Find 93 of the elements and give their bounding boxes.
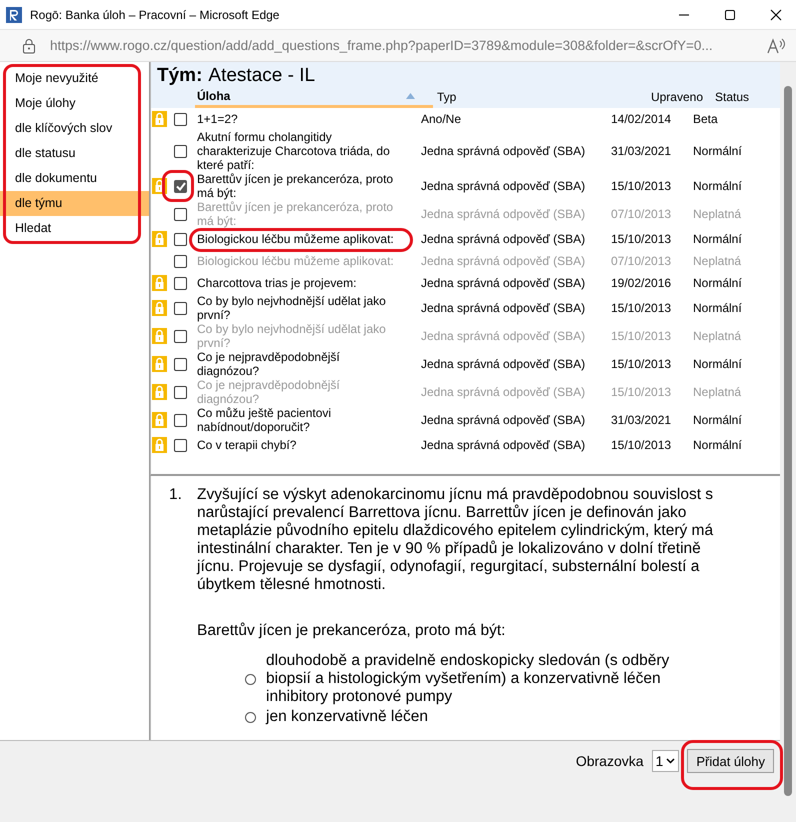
date-cell-text: 15/10/2013: [610, 357, 672, 371]
status-cell-text: Normální: [692, 144, 743, 158]
window-title: Rogō: Banka úloh – Pracovní – Microsoft Edge: [30, 8, 280, 22]
row-checkbox[interactable]: [174, 276, 187, 290]
question-cell[interactable]: Co můžu ještě pacientovi nabídnout/doporučit?: [195, 406, 417, 434]
page-select[interactable]: 1: [652, 750, 680, 772]
read-aloud-icon[interactable]: [766, 36, 786, 54]
date-cell-text: 31/03/2021: [610, 413, 672, 427]
date-cell-text: 15/10/2013: [610, 385, 672, 399]
row-checkbox[interactable]: [174, 144, 187, 158]
lock-icon: [22, 38, 36, 54]
option-radio[interactable]: [245, 674, 256, 684]
date-cell-text: 31/03/2021: [610, 144, 672, 158]
app-logo-icon: [6, 6, 22, 22]
row-checkbox[interactable]: [174, 302, 187, 314]
column-header[interactable]: Upraveno: [625, 90, 709, 104]
question-number: 1.: [169, 486, 183, 505]
row-checkbox[interactable]: [174, 232, 187, 246]
row-checkbox[interactable]: [174, 112, 187, 126]
type-cell-text: Jedna správná odpověď (SBA): [420, 179, 586, 193]
question-cell[interactable]: Akutní formu cholangitidy charakterizuje Charcotova triáda, do které patří:: [195, 130, 417, 172]
row-checkbox[interactable]: [174, 330, 187, 342]
date-cell-text: 15/10/2013: [610, 232, 672, 246]
team-name: Atestace - IL: [208, 65, 316, 86]
type-cell-text: Jedna správná odpověď (SBA): [420, 357, 586, 371]
status-cell-text: Neplatná: [692, 385, 742, 399]
row-checkbox[interactable]: [174, 208, 187, 220]
maximize-icon[interactable]: [724, 8, 736, 20]
date-cell-text: 15/10/2013: [610, 301, 672, 315]
status-cell-text: Beta: [692, 112, 719, 126]
row-checkbox[interactable]: [174, 254, 187, 268]
type-cell-text: Jedna správná odpověď (SBA): [420, 232, 586, 246]
sort-arrow-icon: [406, 92, 415, 98]
column-header[interactable]: Úloha: [195, 86, 433, 108]
question-cell[interactable]: Co je nejpravděpodobnější diagnózou?: [195, 350, 417, 378]
type-cell-text: Jedna správná odpověď (SBA): [420, 301, 586, 315]
date-cell-text: 15/10/2013: [610, 438, 672, 452]
question-text: Barettův jícen je prekanceróza, proto má být:: [197, 622, 506, 640]
sidebar-item[interactable]: Hledat: [0, 216, 149, 241]
status-cell-text: Normální: [692, 413, 743, 427]
screen-label: Obrazovka: [576, 752, 644, 771]
column-header[interactable]: Status: [709, 90, 783, 104]
type-cell-text: Jedna správná odpověď (SBA): [420, 413, 586, 427]
date-cell-text: 15/10/2013: [610, 329, 672, 343]
type-cell-text: Jedna správná odpověď (SBA): [420, 207, 586, 221]
status-cell-text: Normální: [692, 232, 743, 246]
question-stem: Zvyšující se výskyt adenokarcinomu jícnu má pravděpodobnou souvislost s narůstající prevalencí Barrettova jícnu. Barrettův jícen je definován jako metaplázie původního epitelu dlaždicového epitelem cylindrickým, který má intestinální charakter. Ten je v 90 % případů je lokalizováno v dolní třetině jícnu. Projevuje se dysfagií, odynofagií, regurgitací, substernální bolestí a úbytkem tělesné hmotnosti.: [197, 486, 714, 594]
date-cell-text: 15/10/2013: [610, 179, 672, 193]
status-cell-text: Normální: [692, 301, 743, 315]
type-cell-text: Jedna správná odpověď (SBA): [420, 276, 586, 290]
row-checkbox[interactable]: [174, 414, 187, 426]
team-label: Tým:: [157, 65, 202, 86]
row-checkbox[interactable]: [174, 386, 187, 398]
type-cell-text: Jedna správná odpověď (SBA): [420, 254, 586, 268]
sidebar-item[interactable]: dle týmu: [0, 191, 149, 216]
date-cell-text: 07/10/2013: [610, 207, 672, 221]
status-cell-text: Neplatná: [692, 254, 742, 268]
status-cell-text: Normální: [692, 276, 743, 290]
option-radio[interactable]: [245, 712, 256, 722]
question-cell[interactable]: Biologickou léčbu můžeme aplikovat:: [195, 232, 417, 246]
type-cell-text: Jedna správná odpověď (SBA): [420, 438, 586, 452]
question-cell[interactable]: Barettův jícen je prekanceróza, proto má být:: [195, 172, 417, 200]
question-cell[interactable]: Co v terapii chybí?: [195, 438, 417, 452]
option-text: jen konzervativně léčen: [266, 708, 429, 726]
date-cell-text: 07/10/2013: [610, 254, 672, 268]
sidebar-item[interactable]: Moje úlohy: [0, 91, 149, 116]
row-checkbox[interactable]: [174, 438, 187, 452]
sidebar-item[interactable]: dle statusu: [0, 141, 149, 166]
question-cell[interactable]: 1+1=2?: [195, 112, 417, 126]
status-cell-text: Normální: [692, 179, 743, 193]
status-cell-text: Normální: [692, 357, 743, 371]
status-cell-text: Normální: [692, 438, 743, 452]
sidebar-item[interactable]: Moje nevyužité: [0, 66, 149, 91]
sidebar-item[interactable]: dle dokumentu: [0, 166, 149, 191]
date-cell-text: 19/02/2016: [610, 276, 672, 290]
add-questions-button[interactable]: Přidat úlohy: [687, 749, 774, 773]
annotation-outline: [162, 170, 194, 202]
question-cell[interactable]: Co by bylo nejvhodnější udělat jako první?: [195, 294, 417, 322]
sidebar-item[interactable]: dle klíčových slov: [0, 116, 149, 141]
question-cell[interactable]: Charcottova trias je projevem:: [195, 276, 417, 290]
date-cell-text: 14/02/2014: [610, 112, 672, 126]
type-cell-text: Jedna správná odpověď (SBA): [420, 144, 586, 158]
row-checkbox[interactable]: [174, 180, 187, 192]
type-cell-text: Jedna správná odpověď (SBA): [420, 385, 586, 399]
row-checkbox[interactable]: [174, 358, 187, 370]
status-cell-text: Neplatná: [692, 329, 742, 343]
close-icon[interactable]: [770, 8, 782, 20]
column-header[interactable]: Typ: [433, 90, 625, 104]
caret-icon: [666, 758, 676, 764]
status-cell-text: Neplatná: [692, 207, 742, 221]
scrollbar[interactable]: [780, 62, 796, 822]
type-cell-text: Ano/Ne: [420, 112, 462, 126]
type-cell-text: Jedna správná odpověď (SBA): [420, 329, 586, 343]
